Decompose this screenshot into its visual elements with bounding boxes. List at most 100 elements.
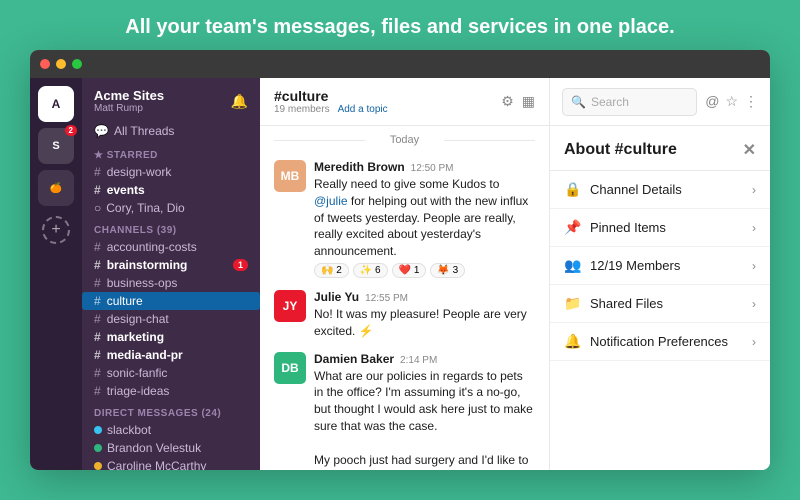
add-topic-link[interactable]: Add a topic xyxy=(338,104,388,115)
about-item-channel-details[interactable]: 🔒 Channel Details › xyxy=(550,171,770,209)
message-time: 12:55 PM xyxy=(365,293,408,304)
sidebar-item-brainstorming[interactable]: # brainstorming 1 xyxy=(82,256,260,274)
channels-label: CHANNELS (39) xyxy=(82,217,260,238)
traffic-light-yellow[interactable] xyxy=(56,59,66,69)
reaction[interactable]: 🙌 2 xyxy=(314,263,349,278)
message-header: Julie Yu 12:55 PM xyxy=(314,290,535,304)
right-panel: 🔍 Search @ ☆ ⋮ About #culture ✕ 🔒 Channe… xyxy=(550,78,770,470)
reaction[interactable]: ✨ 6 xyxy=(353,263,388,278)
chat-header-icons: ⚙ ▦ xyxy=(501,93,535,110)
about-item-left: 🔔 Notification Preferences xyxy=(564,333,728,350)
hash-icon: # xyxy=(94,312,101,326)
sidebar-item-business-ops[interactable]: # business-ops xyxy=(82,274,260,292)
dm-label: DIRECT MESSAGES (24) xyxy=(82,400,260,421)
close-icon[interactable]: ✕ xyxy=(743,140,756,160)
add-workspace-button[interactable]: + xyxy=(42,216,70,244)
layout-icon[interactable]: ▦ xyxy=(522,93,535,110)
sidebar-item-triage-ideas[interactable]: # triage-ideas xyxy=(82,382,260,400)
sidebar-item-sonic-fanfic[interactable]: # sonic-fanfic xyxy=(82,364,260,382)
sidebar-item-media-and-pr[interactable]: # media-and-pr xyxy=(82,346,260,364)
message-author[interactable]: Julie Yu xyxy=(314,290,359,304)
channel-name: #culture xyxy=(274,88,388,104)
presence-dot xyxy=(94,444,102,452)
search-icon: 🔍 xyxy=(571,95,586,109)
message-time: 12:50 PM xyxy=(411,163,454,174)
sidebar-item-caroline[interactable]: Caroline McCarthy xyxy=(82,457,260,470)
about-item-left: 🔒 Channel Details xyxy=(564,181,682,198)
all-threads-label: All Threads xyxy=(114,124,174,138)
sidebar-item-accounting-costs[interactable]: # accounting-costs xyxy=(82,238,260,256)
traffic-light-green[interactable] xyxy=(72,59,82,69)
workspace-icon[interactable]: A xyxy=(38,86,74,122)
sidebar-item-label: triage-ideas xyxy=(107,384,170,398)
about-title: About #culture xyxy=(564,141,677,159)
message-header: Damien Baker 2:14 PM xyxy=(314,352,535,366)
message-author[interactable]: Meredith Brown xyxy=(314,160,405,174)
about-item-label: Notification Preferences xyxy=(590,334,728,349)
dm-icon: ○ xyxy=(94,201,101,215)
sidebar-item-events[interactable]: # events xyxy=(82,181,260,199)
sidebar-item-label: sonic-fanfic xyxy=(107,366,168,380)
workspace-icon-2[interactable]: S 2 xyxy=(38,128,74,164)
chat-header: #culture 19 members Add a topic ⚙ ▦ xyxy=(260,78,549,126)
sidebar-item-label: Cory, Tina, Dio xyxy=(106,201,184,215)
message-row: JY Julie Yu 12:55 PM No! It was my pleas… xyxy=(274,284,535,346)
avatar: MB xyxy=(274,160,306,192)
about-item-left: 👥 12/19 Members xyxy=(564,257,680,274)
sidebar-item-label: business-ops xyxy=(107,276,178,290)
sidebar-item-culture[interactable]: # culture xyxy=(82,292,260,310)
about-item-pinned[interactable]: 📌 Pinned Items › xyxy=(550,209,770,247)
sidebar-item-brandon[interactable]: Brandon Velestuk xyxy=(82,439,260,457)
sidebar-item-design-chat[interactable]: # design-chat xyxy=(82,310,260,328)
all-threads-item[interactable]: 💬 All Threads xyxy=(82,120,260,142)
chevron-right-icon: › xyxy=(752,183,756,197)
message-text: What are our policies in regards to pets… xyxy=(314,368,535,470)
presence-dot xyxy=(94,426,102,434)
sidebar-item-label: brainstorming xyxy=(107,258,188,272)
sidebar-item-cory-tina[interactable]: ○ Cory, Tina, Dio xyxy=(82,199,260,217)
settings-icon[interactable]: ⚙ xyxy=(501,93,514,110)
message-content: Meredith Brown 12:50 PM Really need to g… xyxy=(314,160,535,278)
sidebar-item-label: media-and-pr xyxy=(107,348,183,362)
hash-icon: # xyxy=(94,330,101,344)
more-icon[interactable]: ⋮ xyxy=(744,93,758,110)
sidebar-item-design-work[interactable]: # design-work xyxy=(82,163,260,181)
channel-meta: 19 members Add a topic xyxy=(274,104,388,115)
about-item-label: Shared Files xyxy=(590,296,663,311)
workspace-name[interactable]: Acme Sites xyxy=(94,88,164,103)
main-chat: #culture 19 members Add a topic ⚙ ▦ Toda… xyxy=(260,78,550,470)
hash-icon: # xyxy=(94,258,101,272)
message-text: No! It was my pleasure! People are very … xyxy=(314,306,535,340)
about-item-members[interactable]: 👥 12/19 Members › xyxy=(550,247,770,285)
starred-label: ★ STARRED xyxy=(82,142,260,163)
message-author[interactable]: Damien Baker xyxy=(314,352,394,366)
bell-icon[interactable]: 🔔 xyxy=(231,93,248,110)
search-box[interactable]: 🔍 Search xyxy=(562,88,697,116)
sidebar-item-label: design-work xyxy=(107,165,172,179)
message-reactions: 🙌 2 ✨ 6 ❤️ 1 🦊 3 xyxy=(314,263,535,278)
message-text: Really need to give some Kudos to @julie… xyxy=(314,176,535,260)
workspace-icon-3[interactable]: 🍊 xyxy=(38,170,74,206)
sidebar-item-label: Brandon Velestuk xyxy=(107,441,201,455)
traffic-light-red[interactable] xyxy=(40,59,50,69)
tagline: All your team's messages, files and serv… xyxy=(105,0,694,50)
sidebar-item-label: design-chat xyxy=(107,312,169,326)
avatar: JY xyxy=(274,290,306,322)
presence-dot xyxy=(94,462,102,470)
members-icon: 👥 xyxy=(564,257,582,274)
sidebar-item-label: marketing xyxy=(107,330,164,344)
reaction[interactable]: ❤️ 1 xyxy=(392,263,427,278)
message-content: Julie Yu 12:55 PM No! It was my pleasure… xyxy=(314,290,535,340)
at-icon[interactable]: @ xyxy=(705,93,719,110)
sidebar-item-marketing[interactable]: # marketing xyxy=(82,328,260,346)
about-item-shared-files[interactable]: 📁 Shared Files › xyxy=(550,285,770,323)
message-row: MB Meredith Brown 12:50 PM Really need t… xyxy=(274,154,535,284)
sidebar-item-slackbot[interactable]: slackbot xyxy=(82,421,260,439)
pin-icon: 📌 xyxy=(564,219,582,236)
reaction[interactable]: 🦊 3 xyxy=(430,263,465,278)
sidebar-item-label: culture xyxy=(107,294,143,308)
about-item-notifications[interactable]: 🔔 Notification Preferences › xyxy=(550,323,770,361)
star-icon[interactable]: ☆ xyxy=(725,93,738,110)
hash-icon: # xyxy=(94,294,101,308)
sidebar-item-label: slackbot xyxy=(107,423,151,437)
